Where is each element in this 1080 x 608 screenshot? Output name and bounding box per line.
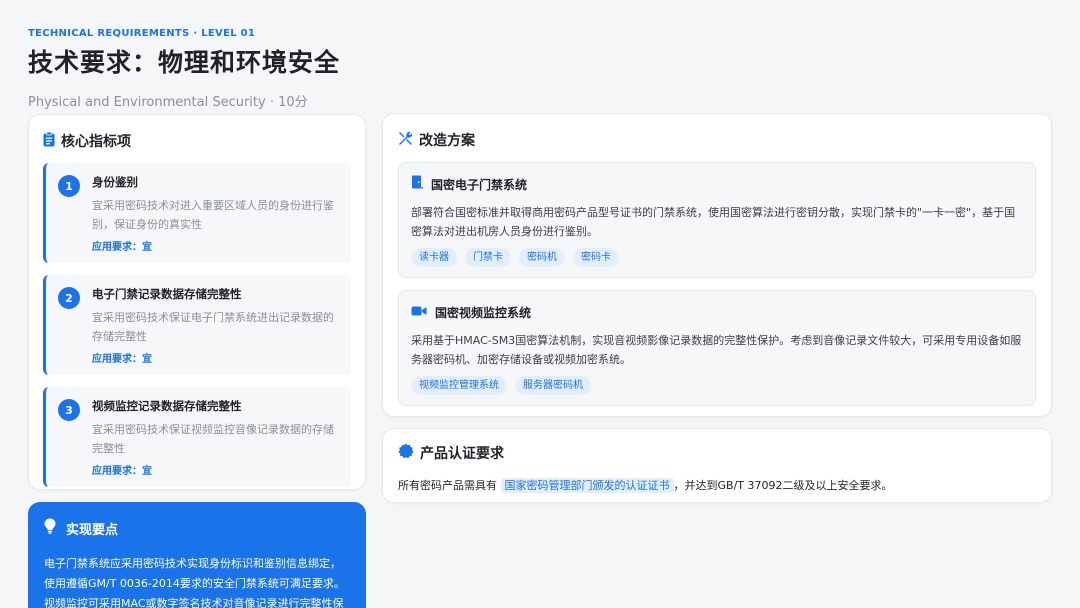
indicator-desc: 宜采用密码技术对进入重要区域人员的身份进行鉴别，保证身份的真实性 bbox=[92, 199, 334, 231]
cert-text: 所有密码产品需具有 国家密码管理部门颁发的认证证书 ，并达到GB/T 37092二… bbox=[398, 477, 1036, 495]
indicators-card-title: 核心指标项 bbox=[43, 131, 351, 151]
tag: 门禁卡 bbox=[465, 248, 511, 267]
indicator-number: 3 bbox=[58, 399, 80, 421]
tips-body: 电子门禁系统应采用密码技术实现身份标识和鉴别信息绑定，使用遵循GM/T 0036… bbox=[44, 557, 345, 608]
indicator-item: 3 视频监控记录数据存储完整性 宜采用密码技术保证视频监控音像记录数据的存储完整… bbox=[43, 387, 351, 487]
indicator-requirement: 应用要求：宜 bbox=[92, 354, 152, 365]
tag: 密码卡 bbox=[573, 248, 619, 267]
page-subtitle: Physical and Environmental Security · 10… bbox=[28, 95, 308, 110]
indicator-desc: 宜采用密码技术保证电子门禁系统进出记录数据的存储完整性 bbox=[92, 311, 334, 343]
solution-item: 国密电子门禁系统 部署符合国密标准并取得商用密码产品型号证书的门禁系统，使用国密… bbox=[398, 162, 1036, 278]
cert-title-text: 产品认证要求 bbox=[420, 446, 504, 462]
cert-highlight: 国家密码管理部门颁发的认证证书 bbox=[500, 478, 674, 493]
tag: 读卡器 bbox=[411, 248, 457, 267]
indicator-number: 2 bbox=[58, 287, 80, 309]
indicator-requirement: 应用要求：宜 bbox=[92, 466, 152, 477]
solution-title-text: 国密电子门禁系统 bbox=[431, 178, 528, 192]
tag: 服务器密码机 bbox=[515, 376, 591, 395]
tips-title-text: 实现要点 bbox=[66, 522, 119, 538]
tips-card-title: 实现要点 bbox=[44, 518, 350, 538]
indicator-requirement: 应用要求：宜 bbox=[92, 242, 152, 253]
plan-title-text: 改造方案 bbox=[419, 133, 475, 149]
indicator-item: 2 电子门禁记录数据存储完整性 宜采用密码技术保证电子门禁系统进出记录数据的存储… bbox=[43, 275, 351, 375]
certification-card: 产品认证要求 所有密码产品需具有 国家密码管理部门颁发的认证证书 ，并达到GB/T… bbox=[382, 428, 1052, 503]
lightbulb-icon bbox=[44, 518, 56, 538]
solution-title: 国密电子门禁系统 bbox=[411, 175, 1023, 195]
solution-title: 国密视频监控系统 bbox=[411, 303, 1023, 323]
indicator-number: 1 bbox=[58, 175, 80, 197]
solution-desc: 采用基于HMAC-SM3国密算法机制，实现音视频影像记录数据的完整性保护。考虑到… bbox=[411, 334, 1022, 366]
tools-icon bbox=[398, 131, 413, 150]
solution-title-text: 国密视频监控系统 bbox=[435, 306, 532, 320]
indicator-name: 电子门禁记录数据存储完整性 bbox=[92, 287, 242, 301]
indicators-title-text: 核心指标项 bbox=[61, 134, 131, 150]
certificate-badge-icon bbox=[398, 443, 414, 463]
tag: 视频监控管理系统 bbox=[411, 376, 507, 395]
indicator-item: 1 身份鉴别 宜采用密码技术对进入重要区域人员的身份进行鉴别，保证身份的真实性 … bbox=[43, 163, 351, 263]
solution-desc: 部署符合国密标准并取得商用密码产品型号证书的门禁系统，使用国密算法进行密钥分散，… bbox=[411, 206, 1016, 238]
implementation-tips-card: 实现要点 电子门禁系统应采用密码技术实现身份标识和鉴别信息绑定，使用遵循GM/T… bbox=[28, 502, 366, 608]
cert-text-before: 所有密码产品需具有 bbox=[398, 479, 497, 492]
plan-card: 改造方案 国密电子门禁系统 部署符合国密标准并取得商用密码产品型号证书的门禁系统… bbox=[382, 113, 1052, 417]
cert-card-title: 产品认证要求 bbox=[398, 443, 1036, 463]
page-title: 技术要求：物理和环境安全 bbox=[28, 48, 341, 77]
tag-list: 读卡器 门禁卡 密码机 密码卡 bbox=[411, 248, 1023, 267]
eyebrow-label: TECHNICAL REQUIREMENTS · LEVEL 01 bbox=[28, 28, 256, 39]
tag: 密码机 bbox=[519, 248, 565, 267]
tag-list: 视频监控管理系统 服务器密码机 bbox=[411, 376, 1023, 395]
cert-text-after: ，并达到GB/T 37092二级及以上安全要求。 bbox=[673, 479, 893, 492]
indicator-desc: 宜采用密码技术保证视频监控音像记录数据的存储完整性 bbox=[92, 423, 334, 455]
clipboard-icon bbox=[43, 131, 55, 151]
indicator-name: 身份鉴别 bbox=[92, 175, 138, 189]
plan-card-title: 改造方案 bbox=[398, 130, 1036, 150]
indicator-name: 视频监控记录数据存储完整性 bbox=[92, 399, 242, 413]
indicators-card: 核心指标项 1 身份鉴别 宜采用密码技术对进入重要区域人员的身份进行鉴别，保证身… bbox=[28, 114, 366, 490]
door-icon bbox=[411, 175, 423, 195]
page-header: TECHNICAL REQUIREMENTS · LEVEL 01 技术要求：物… bbox=[28, 28, 340, 110]
video-camera-icon bbox=[411, 303, 427, 323]
solution-item: 国密视频监控系统 采用基于HMAC-SM3国密算法机制，实现音视频影像记录数据的… bbox=[398, 290, 1036, 406]
